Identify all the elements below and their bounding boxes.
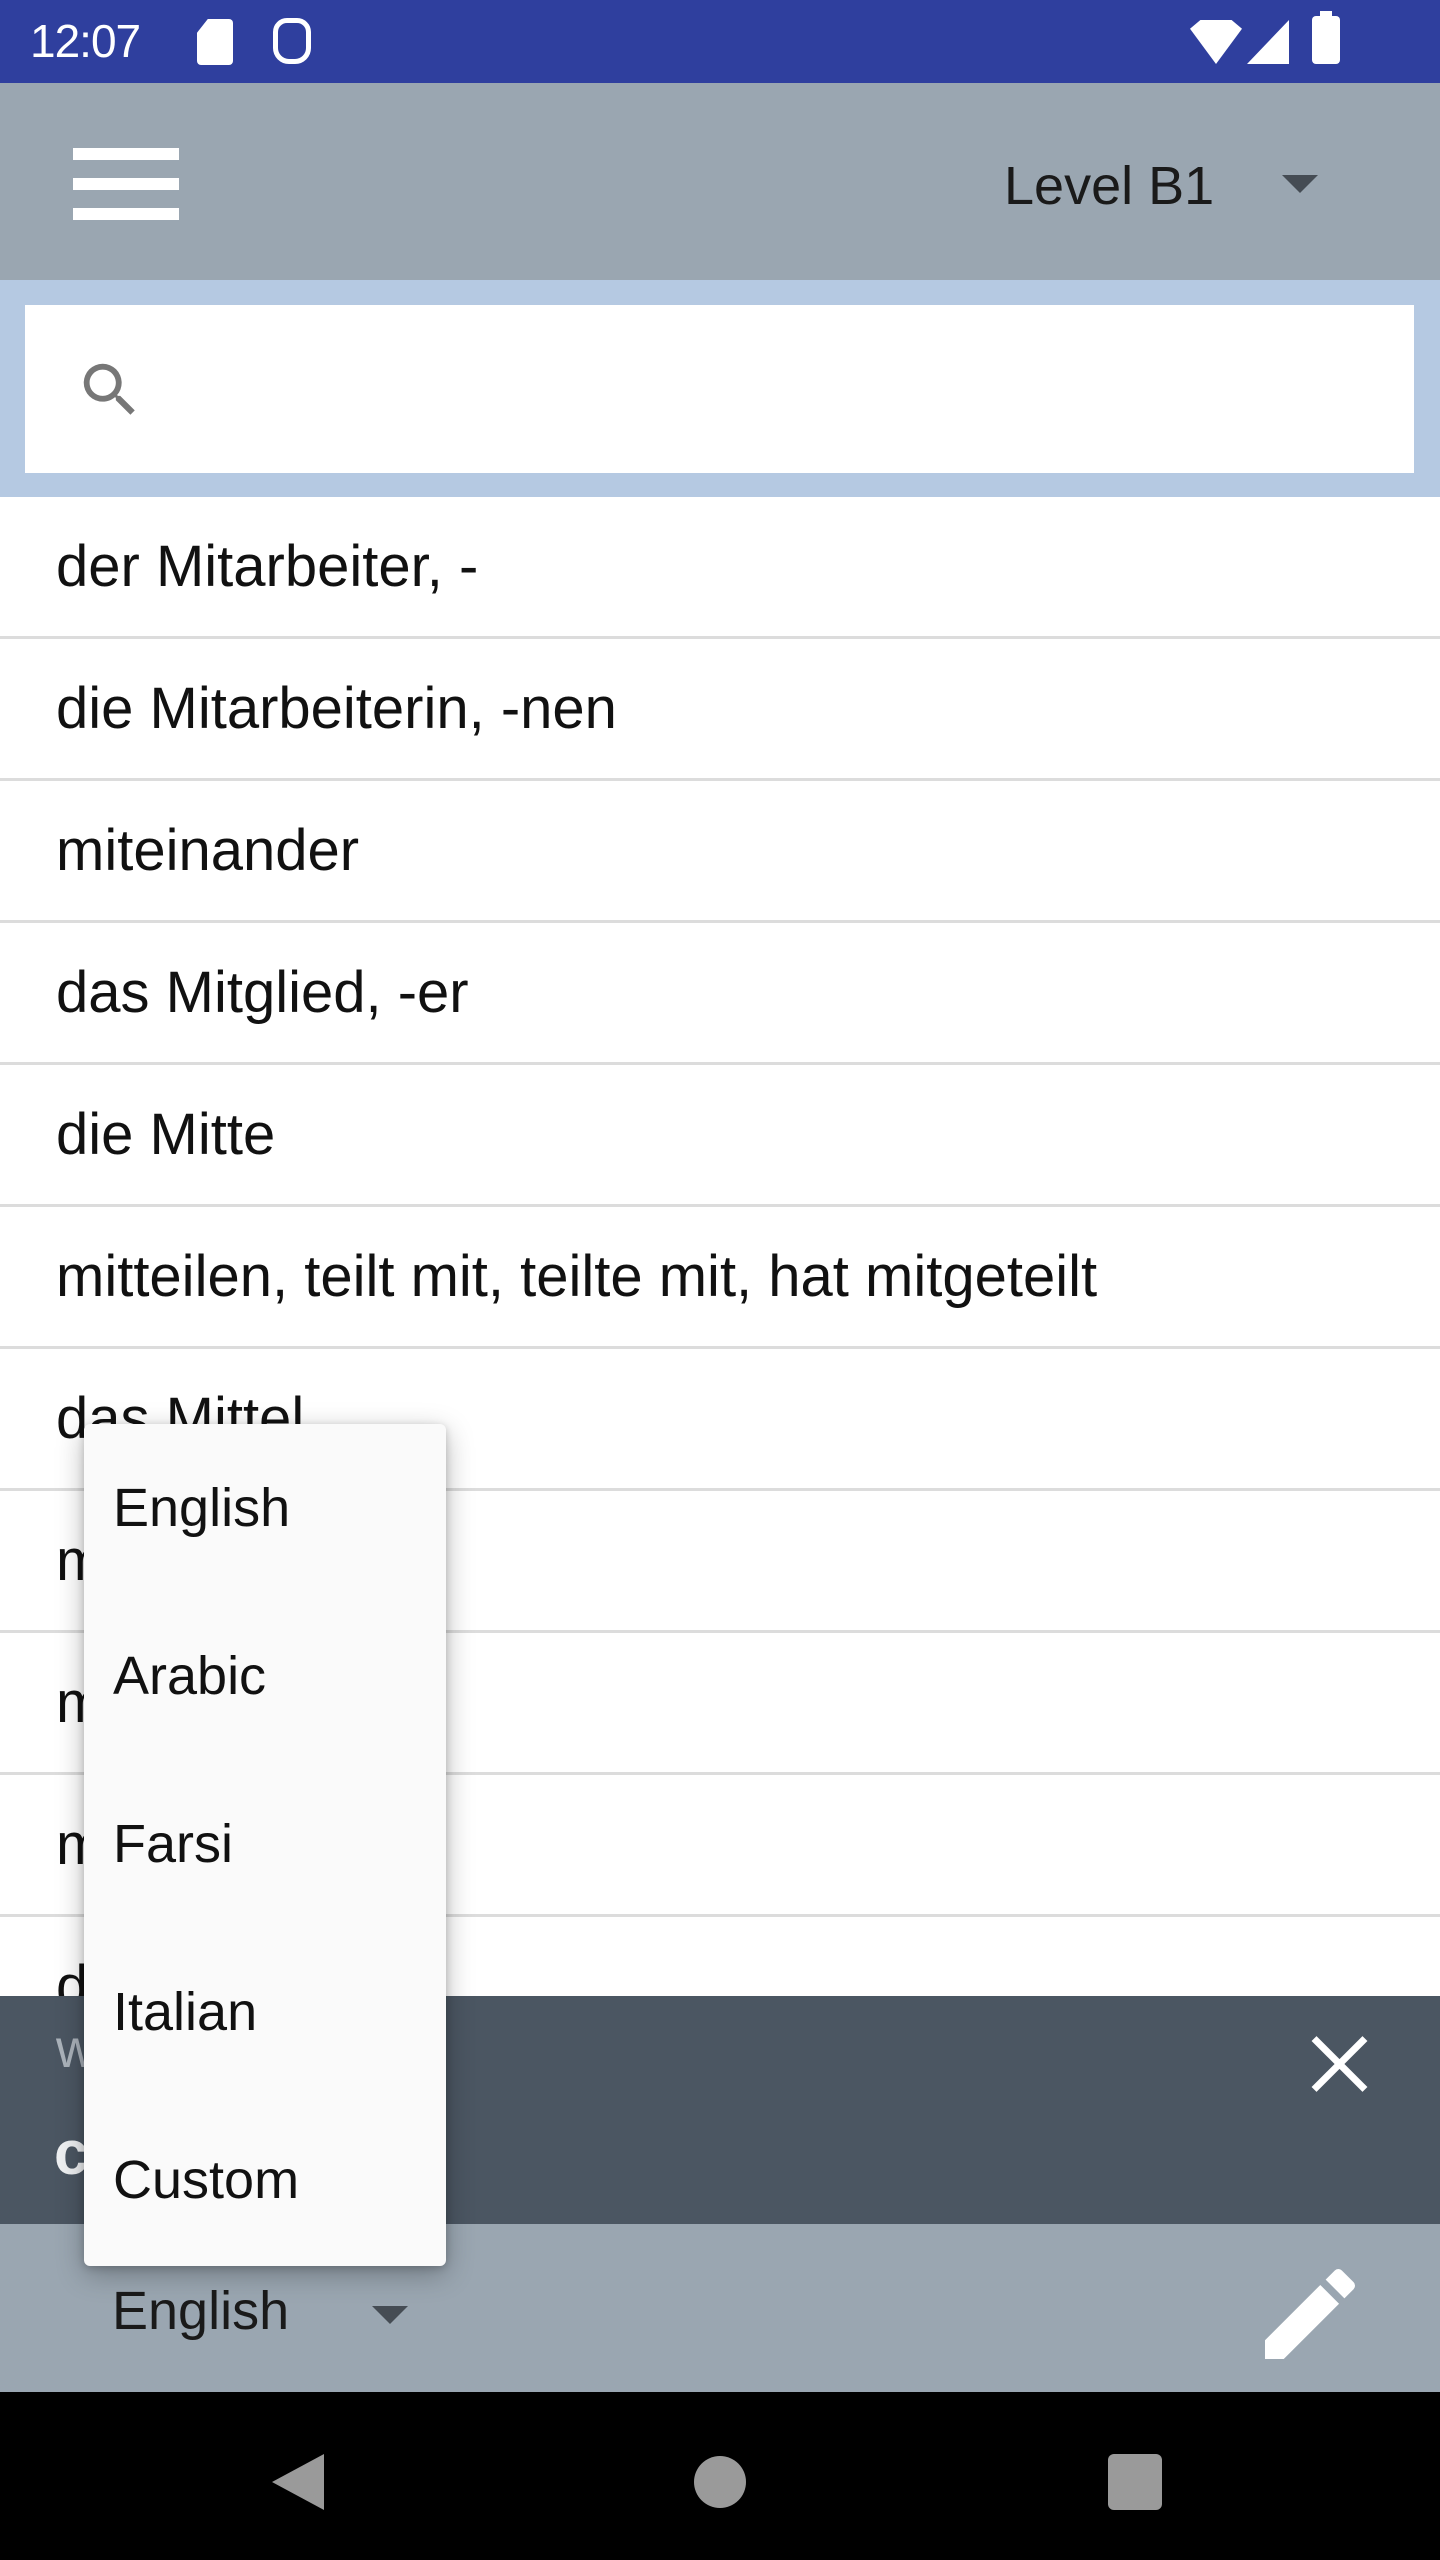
dropdown-option-english[interactable]: English [84,1424,446,1592]
list-item[interactable]: der Mitarbeiter, - [0,497,1440,639]
status-bar: 12:07 [0,0,1440,83]
language-dropdown[interactable]: English [84,2254,446,2364]
menu-button[interactable] [60,138,180,238]
close-icon[interactable] [1302,2026,1378,2102]
dropdown-option-farsi[interactable]: Farsi [84,1760,446,1928]
app-bar: Level B1 [0,83,1440,280]
ghost-icon [273,18,311,64]
hamburger-menu-icon [73,208,179,220]
back-icon[interactable] [272,2454,324,2510]
chevron-down-icon [1282,175,1318,193]
dropdown-option-custom[interactable]: Custom [84,2096,446,2264]
status-time: 12:07 [30,15,141,67]
dropdown-option-italian[interactable]: Italian [84,1928,446,2096]
chevron-down-icon [372,2306,408,2324]
wifi-icon [1190,20,1242,64]
list-item[interactable]: mitteilen, teilt mit, teilte mit, hat mi… [0,1207,1440,1349]
recents-icon[interactable] [1108,2454,1162,2510]
battery-icon [1312,11,1340,64]
sd-card-icon [197,19,233,65]
list-item[interactable]: die Mitte [0,1065,1440,1207]
language-dropdown-menu: English Arabic Farsi Italian Custom [84,1424,446,2266]
language-selected-label: English [112,2281,290,2341]
level-dropdown[interactable]: Level B1 [990,133,1350,233]
system-nav-bar [0,2392,1440,2560]
hamburger-menu-icon [73,178,179,190]
search-box[interactable] [25,305,1414,473]
home-icon[interactable] [694,2456,746,2508]
hamburger-menu-icon [73,148,179,160]
level-selected-label: Level B1 [1004,156,1215,216]
list-item[interactable]: miteinander [0,781,1440,923]
list-item[interactable]: das Mitglied, -er [0,923,1440,1065]
search-icon [83,363,135,415]
list-item[interactable]: die Mitarbeiterin, -nen [0,639,1440,781]
pencil-icon[interactable] [1250,2254,1370,2374]
dropdown-option-arabic[interactable]: Arabic [84,1592,446,1760]
signal-icon [1247,20,1289,64]
search-bar [0,280,1440,497]
search-input[interactable] [165,335,1385,443]
